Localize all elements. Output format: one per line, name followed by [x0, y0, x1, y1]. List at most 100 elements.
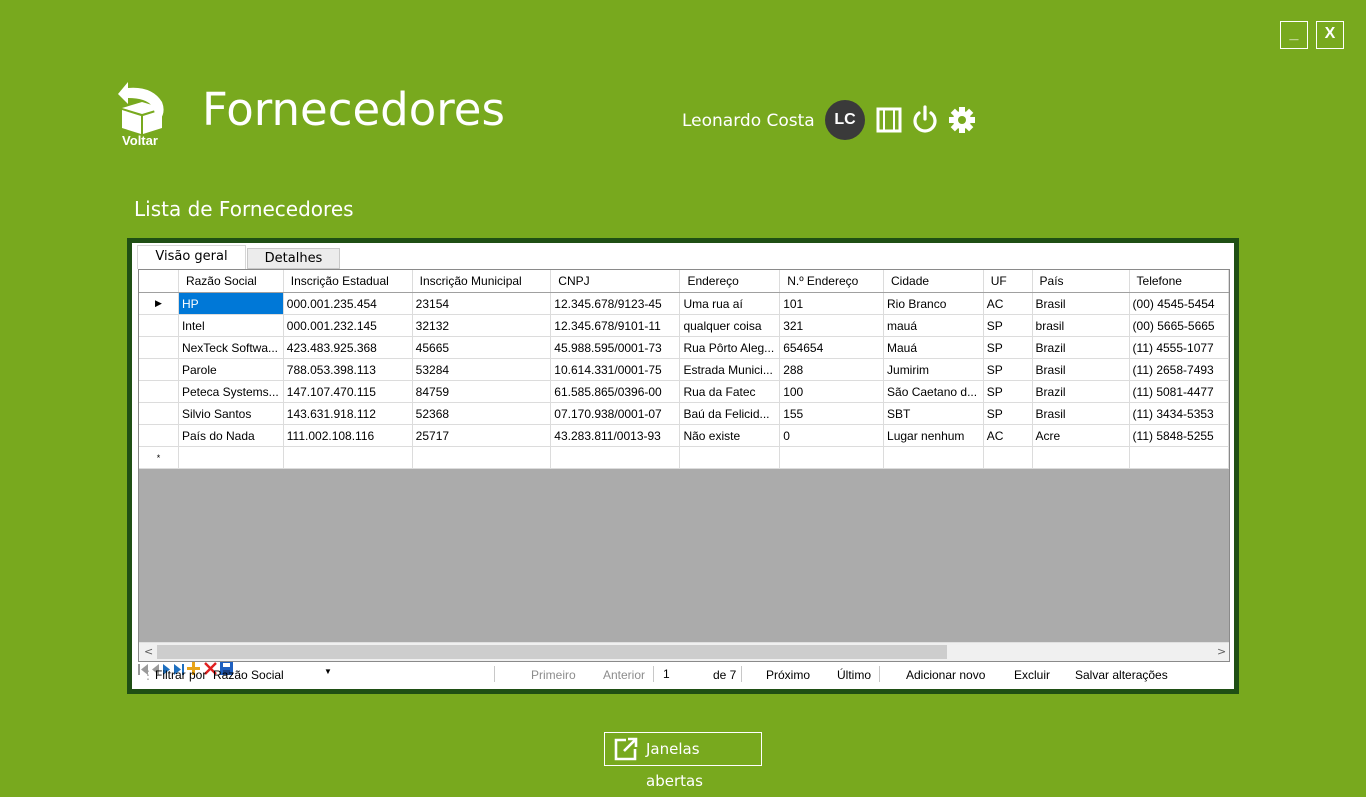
table-cell[interactable]: mauá — [883, 314, 984, 337]
table-cell[interactable]: 423.483.925.368 — [283, 336, 413, 359]
column-header[interactable]: UF — [983, 270, 1033, 293]
table-row[interactable]: Peteca Systems... 147.107.470.115 84759 61.… — [139, 380, 1229, 403]
table-cell[interactable]: Rua Pôrto Aleg... — [679, 336, 781, 359]
minimize-button[interactable]: _ — [1280, 21, 1308, 49]
table-cell[interactable]: Brasil — [1032, 292, 1130, 315]
table-row[interactable]: ▶ HP 000.001.235.454 23154 12.345.678/9123-4… — [139, 292, 1229, 315]
table-cell[interactable]: (11) 4555-1077 — [1129, 336, 1229, 359]
table-cell[interactable]: 100 — [779, 380, 885, 403]
table-cell[interactable]: (11) 3434-5353 — [1129, 402, 1229, 425]
column-header[interactable]: Telefone — [1129, 270, 1229, 293]
table-cell[interactable]: 23154 — [412, 292, 552, 315]
table-cell[interactable]: (11) 2658-7493 — [1129, 358, 1229, 381]
table-cell[interactable] — [550, 446, 681, 469]
table-cell[interactable]: 788.053.398.113 — [283, 358, 413, 381]
table-cell[interactable]: SP — [983, 314, 1033, 337]
table-cell[interactable]: 000.001.235.454 — [283, 292, 413, 315]
table-cell[interactable]: Brazil — [1032, 336, 1130, 359]
add-new-button[interactable]: Adicionar novo — [906, 668, 985, 682]
table-cell[interactable] — [412, 446, 552, 469]
table-cell[interactable]: 111.002.108.116 — [283, 424, 413, 447]
table-cell[interactable]: SP — [983, 358, 1033, 381]
row-header[interactable] — [139, 336, 179, 359]
table-cell[interactable]: Parole — [178, 358, 284, 381]
position-input[interactable]: 1 — [659, 664, 709, 683]
table-cell[interactable]: Brasil — [1032, 402, 1130, 425]
last-button[interactable]: Último — [837, 668, 871, 682]
scrollbar-thumb[interactable] — [157, 645, 947, 659]
table-cell[interactable]: 000.001.232.145 — [283, 314, 413, 337]
table-cell[interactable]: 52368 — [412, 402, 552, 425]
table-cell[interactable]: NexTeck Softwa... — [178, 336, 284, 359]
gear-icon[interactable] — [947, 104, 977, 136]
save-changes-button[interactable]: Salvar alterações — [1075, 668, 1168, 682]
table-cell[interactable]: Intel — [178, 314, 284, 337]
table-cell[interactable]: Acre — [1032, 424, 1130, 447]
table-cell[interactable]: 45.988.595/0001-73 — [550, 336, 681, 359]
new-row-header[interactable]: * — [139, 446, 179, 469]
table-cell[interactable]: 45665 — [412, 336, 552, 359]
new-row[interactable]: * — [139, 446, 1229, 469]
table-cell[interactable]: HP — [178, 292, 284, 315]
table-cell[interactable]: 32132 — [412, 314, 552, 337]
table-cell[interactable]: 53284 — [412, 358, 552, 381]
table-cell[interactable] — [1129, 446, 1229, 469]
table-cell[interactable]: Brasil — [1032, 358, 1130, 381]
table-row[interactable]: NexTeck Softwa... 423.483.925.368 45665 45.… — [139, 336, 1229, 359]
column-header[interactable]: CNPJ — [550, 270, 681, 293]
table-cell[interactable]: 43.283.811/0013-93 — [550, 424, 681, 447]
table-cell[interactable]: (00) 5665-5665 — [1129, 314, 1229, 337]
table-row[interactable]: País do Nada 111.002.108.116 25717 43.283.8… — [139, 424, 1229, 447]
table-cell[interactable]: Lugar nenhum — [883, 424, 984, 447]
suppliers-grid[interactable]: Razão Social Inscrição Estadual Inscriçã… — [138, 269, 1230, 662]
table-cell[interactable]: Baú da Felicid... — [679, 402, 781, 425]
power-icon[interactable] — [910, 104, 940, 136]
horizontal-scrollbar[interactable]: < > — [139, 642, 1229, 661]
table-cell[interactable]: 61.585.865/0396-00 — [550, 380, 681, 403]
table-cell[interactable]: Jumirim — [883, 358, 984, 381]
row-header[interactable] — [139, 358, 179, 381]
table-cell[interactable]: 101 — [779, 292, 885, 315]
table-cell[interactable]: Uma rua aí — [679, 292, 781, 315]
table-cell[interactable]: Rua da Fatec — [679, 380, 781, 403]
row-header[interactable]: ▶ — [139, 292, 179, 315]
column-header[interactable]: Cidade — [883, 270, 984, 293]
table-cell[interactable]: SP — [983, 380, 1033, 403]
table-cell[interactable]: (11) 5081-4477 — [1129, 380, 1229, 403]
avatar[interactable]: LC — [825, 100, 865, 140]
table-cell[interactable]: São Caetano d... — [883, 380, 984, 403]
table-cell[interactable] — [779, 446, 885, 469]
table-cell[interactable]: 147.107.470.115 — [283, 380, 413, 403]
close-button[interactable]: X — [1316, 21, 1344, 49]
tab-details[interactable]: Detalhes — [247, 248, 340, 269]
table-cell[interactable]: Não existe — [679, 424, 781, 447]
table-cell[interactable]: País do Nada — [178, 424, 284, 447]
column-header[interactable]: Razão Social — [178, 270, 284, 293]
next-button[interactable]: Próximo — [766, 668, 810, 682]
column-header[interactable]: N.º Endereço — [779, 270, 885, 293]
table-cell[interactable]: Mauá — [883, 336, 984, 359]
column-header[interactable]: País — [1032, 270, 1130, 293]
table-cell[interactable] — [679, 446, 781, 469]
row-header[interactable] — [139, 424, 179, 447]
table-cell[interactable]: 10.614.331/0001-75 — [550, 358, 681, 381]
table-cell[interactable]: AC — [983, 292, 1033, 315]
table-cell[interactable]: 143.631.918.112 — [283, 402, 413, 425]
table-cell[interactable]: 288 — [779, 358, 885, 381]
table-cell[interactable]: Brazil — [1032, 380, 1130, 403]
first-button[interactable]: Primeiro — [531, 668, 576, 682]
table-row[interactable]: Parole 788.053.398.113 53284 10.614.331/000… — [139, 358, 1229, 381]
filter-select[interactable]: Razão Social ▼ — [213, 666, 333, 683]
table-cell[interactable] — [283, 446, 413, 469]
previous-button[interactable]: Anterior — [603, 668, 645, 682]
table-cell[interactable]: 0 — [779, 424, 885, 447]
column-header[interactable]: Inscrição Estadual — [283, 270, 413, 293]
table-cell[interactable]: 07.170.938/0001-07 — [550, 402, 681, 425]
row-header[interactable] — [139, 380, 179, 403]
table-cell[interactable]: brasil — [1032, 314, 1130, 337]
scroll-right-arrow-icon[interactable]: > — [1217, 645, 1226, 658]
row-header[interactable] — [139, 314, 179, 337]
table-row[interactable]: Silvio Santos 143.631.918.112 52368 07.170.… — [139, 402, 1229, 425]
column-header[interactable]: Endereço — [679, 270, 781, 293]
window-frame-icon[interactable] — [874, 104, 904, 136]
